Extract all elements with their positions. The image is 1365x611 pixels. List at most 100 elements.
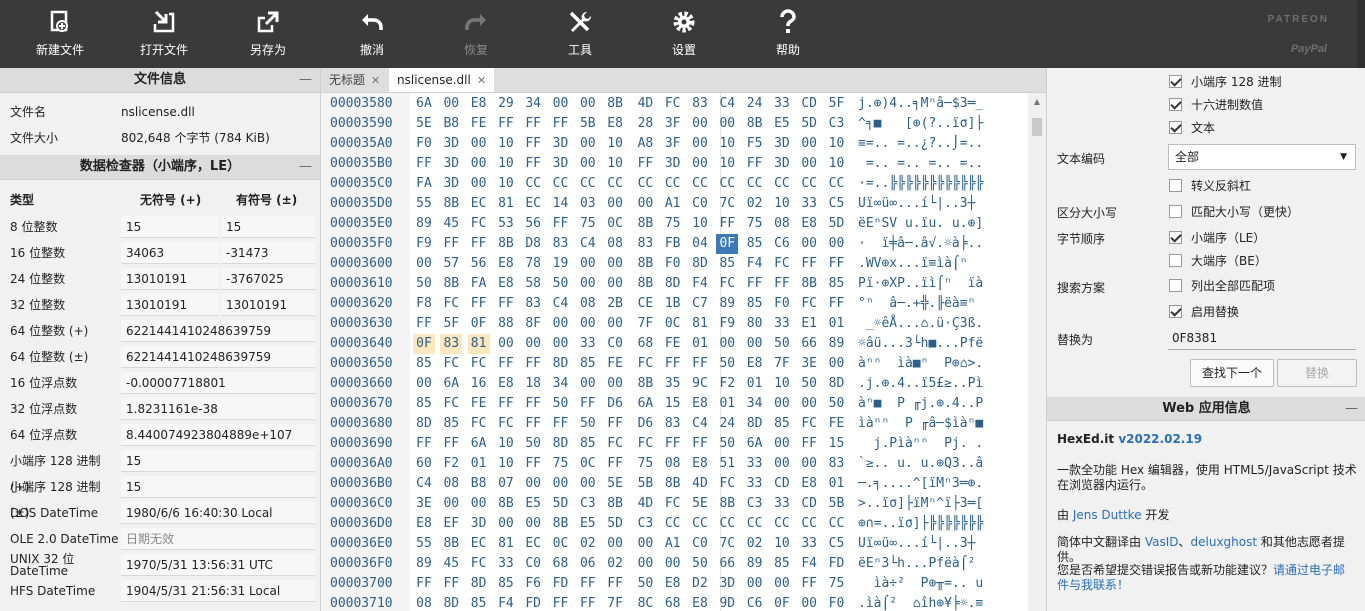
hex-byte[interactable]: E5 [577,514,599,534]
translator-link-2[interactable]: deluxghost [1191,535,1258,549]
hex-byte[interactable]: 00 [577,474,599,494]
hex-byte[interactable]: CC [716,514,738,534]
hex-byte[interactable]: A1 [662,194,684,214]
hex-byte[interactable]: FF [413,154,435,174]
hex-byte[interactable]: FF [798,574,820,594]
hex-byte[interactable]: F9 [716,314,738,334]
hex-byte[interactable]: 50 [689,554,711,574]
hex-byte[interactable]: 85 [440,414,462,434]
hex-byte[interactable]: 50 [634,574,656,594]
hex-byte[interactable]: C0 [604,334,626,354]
hex-byte[interactable]: B8 [440,114,462,134]
replace-input[interactable] [1168,326,1356,350]
inspector-value-field[interactable]: 日期无效 [121,528,315,550]
hex-byte[interactable]: 33 [495,554,517,574]
hex-byte[interactable]: FF [440,234,462,254]
hex-byte[interactable]: 50 [550,394,572,414]
hex-byte[interactable]: 10 [604,154,626,174]
hex-byte[interactable]: 0F [468,314,490,334]
hex-byte[interactable]: 5D [826,214,848,234]
hex-byte[interactable]: D6 [634,414,656,434]
hex-byte[interactable]: 00 [771,574,793,594]
hex-byte[interactable]: 83 [689,94,711,114]
hex-byte[interactable]: EC [468,534,490,554]
hex-byte[interactable]: 5F [440,314,462,334]
hex-byte[interactable]: FC [440,354,462,374]
hex-text-row[interactable]: àⁿⁿ ìà■ⁿ P⊕⌂>. [858,354,983,374]
hex-byte[interactable]: 9C [689,374,711,394]
hex-byte[interactable]: 00 [604,274,626,294]
hex-byte[interactable]: FC [798,414,820,434]
hex-byte[interactable]: 8B [604,494,626,514]
hex-byte[interactable]: FF [440,434,462,454]
hex-byte[interactable]: 45 [440,554,462,574]
hex-byte[interactable]: 5B [826,494,848,514]
hex-byte[interactable]: 18 [522,374,544,394]
hex-byte[interactable]: FF [577,574,599,594]
hex-byte[interactable]: 8D [662,274,684,294]
hex-byte[interactable]: 01 [826,314,848,334]
hex-byte[interactable]: FC [468,414,490,434]
inspector-signed-field[interactable]: 13010191 [221,294,315,316]
hex-byte[interactable]: 78 [522,254,544,274]
hex-byte[interactable]: 5E [604,474,626,494]
hex-byte[interactable]: EF [440,514,462,534]
inspector-unsigned-field[interactable]: 34063 [121,242,219,264]
hex-byte[interactable]: 5D [604,514,626,534]
inspector-value-field[interactable]: 8.440074923804889e+107 [121,424,315,446]
hex-byte[interactable]: FF [771,274,793,294]
hex-byte[interactable]: 7F [604,594,626,611]
hex-text-row[interactable]: ìàⁿⁿ P ╓â─$ìàⁿ■ [858,414,983,434]
hex-byte[interactable]: 00 [577,374,599,394]
hex-byte[interactable]: 8B [634,274,656,294]
hex-byte[interactable]: 8B [495,494,517,514]
hex-byte[interactable]: 51 [716,454,738,474]
hex-byte[interactable]: CC [798,174,820,194]
hex-byte[interactable]: FC [662,94,684,114]
hex-byte[interactable]: 15 [662,394,684,414]
hex-byte[interactable]: 08 [662,454,684,474]
hex-byte[interactable]: 8D [826,374,848,394]
hex-byte[interactable]: CD [798,94,820,114]
hex-byte[interactable]: 00 [662,554,684,574]
close-icon[interactable]: ✕ [477,74,486,87]
hex-byte[interactable]: 5B [634,474,656,494]
hex-byte[interactable]: 8B [440,534,462,554]
hex-byte[interactable]: 07 [495,474,517,494]
hex-text-row[interactable]: àⁿ■ P ╓j.⊕.4..P [858,394,983,414]
hex-byte[interactable]: 8B [495,234,517,254]
hex-text-row[interactable]: >..ïσ]├ïMⁿ^ï├3═[ [858,494,983,514]
hex-byte[interactable]: CC [744,174,766,194]
hex-byte[interactable]: 3F [662,114,684,134]
inspector-value-field[interactable]: 15 [121,476,315,498]
hex-byte[interactable]: FF [634,154,656,174]
hex-text-row[interactable]: .WV⊕x...ï≡ìà⌠ⁿ [858,254,983,274]
vertical-scrollbar[interactable]: ▲ [1028,93,1046,611]
hex-byte[interactable]: 75 [577,214,599,234]
hex-byte[interactable]: 10 [716,154,738,174]
hex-byte[interactable]: 28 [634,114,656,134]
hex-byte[interactable]: 1B [662,294,684,314]
hex-byte[interactable]: 33 [798,194,820,214]
hex-byte[interactable]: FF [826,294,848,314]
hex-byte[interactable]: 00 [468,154,490,174]
hex-byte[interactable]: 33 [798,534,820,554]
hex-byte[interactable]: FE [662,334,684,354]
checkbox[interactable] [1169,98,1182,111]
hex-byte[interactable]: C3 [577,494,599,514]
hex-byte[interactable]: 10 [716,134,738,154]
hex-byte[interactable]: E8 [495,274,517,294]
hex-text-row[interactable]: ⊕∩=..ïσ]├╠╠╠╠╠╠╠ [858,514,983,534]
hex-text-row[interactable]: j.Pìàⁿⁿ Pj. . [858,434,984,454]
hex-byte[interactable]: CC [826,514,848,534]
hex-text-row[interactable]: ─.╕....^[ïMⁿ3═⊕. [858,474,983,494]
hex-byte[interactable]: 0C [662,314,684,334]
hex-byte[interactable]: 85 [771,414,793,434]
hex-byte[interactable]: 01 [716,394,738,414]
hex-byte[interactable]: FF [826,254,848,274]
tab-nslicense[interactable]: nslicense.dll ✕ [389,68,495,92]
hex-byte[interactable]: 00 [634,554,656,574]
hex-byte[interactable]: 00 [716,334,738,354]
hex-byte[interactable]: 85 [577,354,599,374]
hex-byte[interactable]: 00 [550,334,572,354]
